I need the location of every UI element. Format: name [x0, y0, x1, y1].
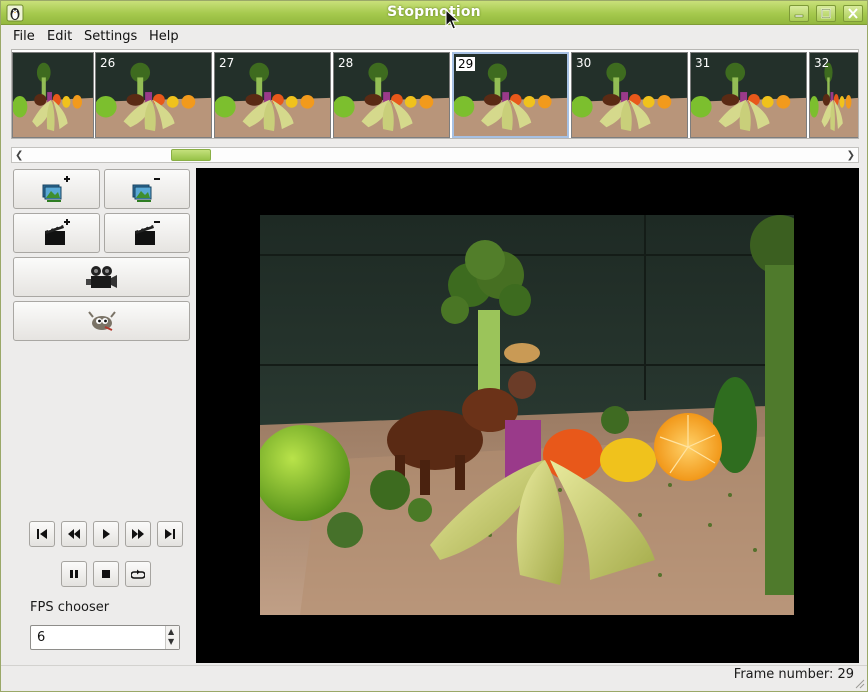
frame-number-status: Frame number: 29 [733, 667, 854, 682]
frame-number-label: 28 [338, 56, 354, 70]
minimize-button[interactable] [789, 5, 809, 22]
add-frames-icon [42, 176, 70, 202]
frame-thumbnail[interactable]: 31 [690, 52, 807, 138]
menu-help[interactable]: Help [149, 29, 179, 44]
frame-number-label: 31 [695, 56, 711, 70]
loop-button[interactable] [125, 561, 151, 587]
frame-thumbnail[interactable]: 27 [214, 52, 331, 138]
frame-number-label: 32 [814, 56, 830, 70]
frame-thumbnail[interactable]: 30 [571, 52, 688, 138]
status-bar: Frame number: 29 [1, 665, 867, 691]
frame-number-label: 26 [100, 56, 116, 70]
gimp-icon [87, 311, 116, 331]
menu-file[interactable]: File [13, 29, 35, 44]
maximize-icon [821, 8, 831, 19]
menu-bar: File Edit Settings Help [1, 26, 867, 48]
current-frame-image [260, 215, 794, 615]
fps-label: FPS chooser [30, 600, 110, 615]
remove-frames-button[interactable] [104, 169, 190, 209]
camera-button[interactable] [13, 257, 190, 297]
add-frames-button[interactable] [13, 169, 100, 209]
minimize-icon [794, 14, 804, 18]
last-frame-button[interactable] [157, 521, 183, 547]
frame-number-label: 30 [576, 56, 592, 70]
last-frame-icon [165, 529, 175, 539]
frame-thumbnail[interactable]: 29 [452, 52, 569, 138]
frame-strip[interactable]: 26 27 28 29 30 31 32 [11, 49, 859, 139]
new-scene-button[interactable] [13, 213, 100, 253]
video-camera-icon [85, 266, 117, 288]
frame-thumbnail[interactable]: 32 [809, 52, 858, 138]
pause-button[interactable] [61, 561, 87, 587]
frame-thumbnail[interactable] [12, 52, 94, 138]
window-title: Stopmotion [387, 4, 481, 20]
new-scene-icon [44, 219, 70, 245]
scrollbar-thumb[interactable] [171, 149, 211, 161]
loop-icon [131, 569, 145, 579]
fps-spin-buttons[interactable]: ▲ ▼ [165, 626, 179, 649]
play-icon [103, 529, 110, 539]
remove-frames-icon [132, 178, 160, 202]
pause-icon [70, 570, 78, 578]
maximize-button[interactable] [816, 5, 836, 22]
frame-number-label: 29 [456, 57, 476, 71]
close-button[interactable] [843, 5, 863, 22]
play-button[interactable] [93, 521, 119, 547]
fps-spinbox[interactable]: 6 ▲ ▼ [30, 625, 180, 650]
fps-value[interactable]: 6 [37, 630, 45, 645]
video-preview [196, 168, 859, 663]
previous-frame-button[interactable] [61, 521, 87, 547]
next-frame-button[interactable] [125, 521, 151, 547]
frame-thumbnail-image [13, 53, 93, 137]
spin-down-icon[interactable]: ▼ [168, 637, 174, 646]
first-frame-button[interactable] [29, 521, 55, 547]
stop-button[interactable] [93, 561, 119, 587]
frame-thumbnail[interactable]: 26 [95, 52, 212, 138]
scroll-left-arrow-icon[interactable]: ❮ [15, 150, 23, 161]
frame-number-label: 27 [219, 56, 235, 70]
stop-icon [102, 570, 110, 578]
scroll-right-arrow-icon[interactable]: ❯ [847, 150, 855, 161]
frame-strip-scrollbar[interactable]: ❮ ❯ [11, 147, 859, 163]
resize-grip-icon[interactable] [855, 679, 865, 689]
title-bar[interactable]: Stopmotion [1, 1, 867, 25]
remove-scene-button[interactable] [104, 213, 190, 253]
menu-settings[interactable]: Settings [84, 29, 137, 44]
close-icon [848, 8, 858, 19]
next-frame-icon [132, 529, 144, 539]
previous-frame-icon [68, 529, 80, 539]
gimp-button[interactable] [13, 301, 190, 341]
first-frame-icon [37, 529, 47, 539]
spin-up-icon[interactable]: ▲ [168, 627, 174, 636]
frame-thumbnail[interactable]: 28 [333, 52, 450, 138]
application-window: Stopmotion File Edit Settings Help 26 27 2… [0, 0, 868, 692]
menu-edit[interactable]: Edit [47, 29, 72, 44]
remove-scene-icon [135, 221, 160, 245]
